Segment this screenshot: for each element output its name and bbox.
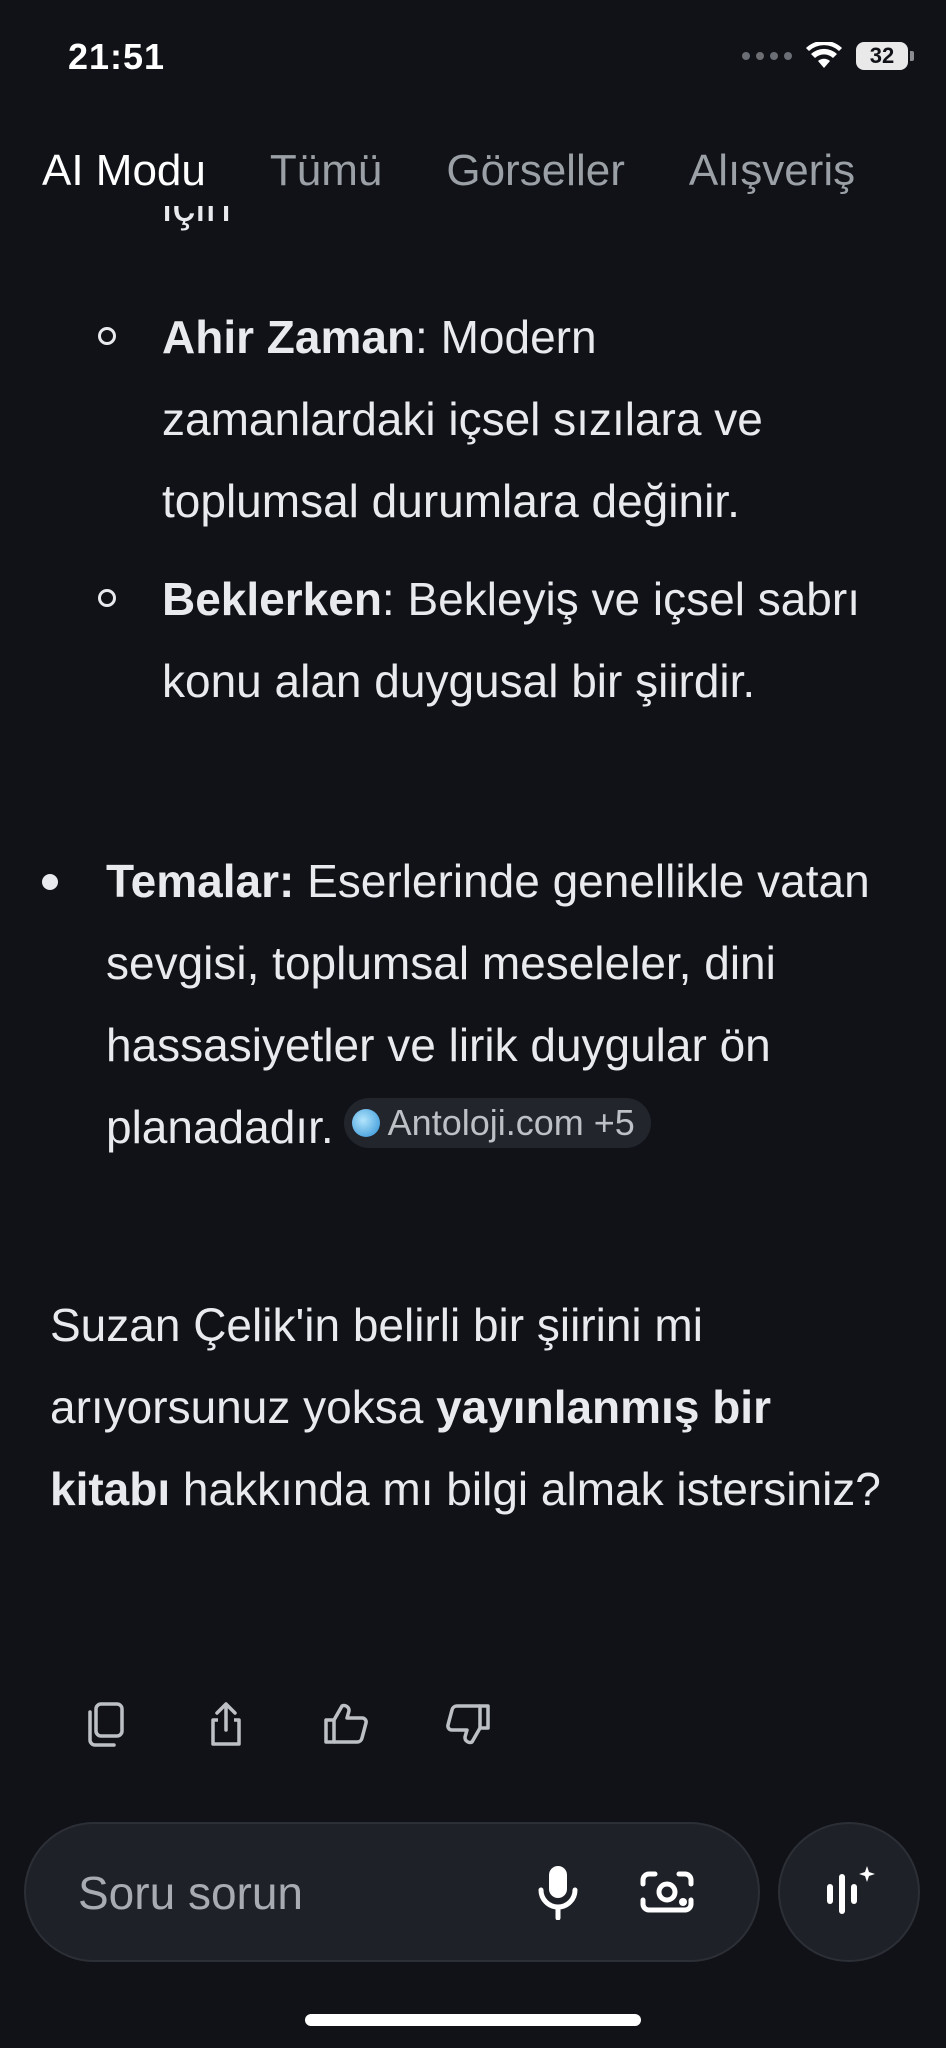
lens-camera-icon [640, 1871, 694, 1913]
list-item-title: Ahir Zaman [162, 311, 416, 363]
voice-search-button[interactable] [526, 1860, 590, 1924]
search-placeholder: Soru sorun [78, 1867, 304, 1919]
follow-up-question: Suzan Çelik'in belirli bir şiirini mi ar… [50, 1284, 900, 1530]
ai-sparkle-icon [827, 1866, 875, 1914]
tab-ai-mode[interactable]: AI Modu [42, 146, 206, 196]
ai-answer-content: için Ahir Zaman: Modern zamanlardaki içs… [0, 206, 946, 1806]
tab-shopping[interactable]: Alışveriş [689, 146, 855, 196]
list-item: Beklerken: Bekleyiş ve içsel sabrı konu … [98, 558, 882, 722]
tab-all[interactable]: Tümü [270, 146, 382, 196]
list-item: Temalar: Eserlerinde genellikle vatan se… [42, 840, 896, 1168]
list-item-title: Beklerken [162, 573, 382, 625]
status-indicators: 32 [742, 42, 914, 70]
search-mode-tabs: AI Modu Tümü Görseller Alışveriş [0, 136, 946, 206]
wifi-icon [806, 42, 842, 68]
camera-search-button[interactable] [632, 1860, 702, 1924]
status-bar: 21:51 32 [0, 0, 946, 110]
source-chip-label: Antoloji.com +5 [387, 1102, 635, 1143]
share-icon [211, 1702, 241, 1746]
share-button[interactable] [198, 1696, 254, 1752]
follow-up-text: hakkında mı bilgi almak istersiniz? [170, 1463, 881, 1515]
microphone-icon [538, 1866, 578, 1920]
copy-icon [88, 1702, 124, 1747]
bullet-icon [42, 874, 58, 890]
globe-icon [351, 1109, 380, 1137]
copy-button[interactable] [78, 1696, 134, 1752]
tab-images[interactable]: Görseller [446, 146, 625, 196]
hollow-bullet-icon [98, 327, 116, 345]
cellular-signal-icon [742, 52, 792, 60]
battery-level: 32 [869, 43, 895, 68]
thumbs-down-button[interactable] [440, 1696, 496, 1752]
clipped-text: için [162, 206, 231, 232]
thumbs-up-button[interactable] [318, 1696, 374, 1752]
thumbs-down-icon [446, 1704, 490, 1745]
battery-icon: 32 [856, 42, 914, 70]
search-input[interactable]: Soru sorun [24, 1822, 760, 1962]
thumbs-up-icon [324, 1703, 368, 1744]
source-chip[interactable]: Antoloji.com +5 [343, 1098, 651, 1148]
hollow-bullet-icon [98, 589, 116, 607]
home-indicator[interactable] [305, 2014, 641, 2026]
ai-mode-button[interactable] [778, 1822, 920, 1962]
list-item: Ahir Zaman: Modern zamanlardaki içsel sı… [98, 296, 882, 542]
list-item-title: Temalar: [106, 855, 295, 907]
status-time: 21:51 [68, 36, 166, 77]
feedback-actions [0, 1696, 946, 1760]
